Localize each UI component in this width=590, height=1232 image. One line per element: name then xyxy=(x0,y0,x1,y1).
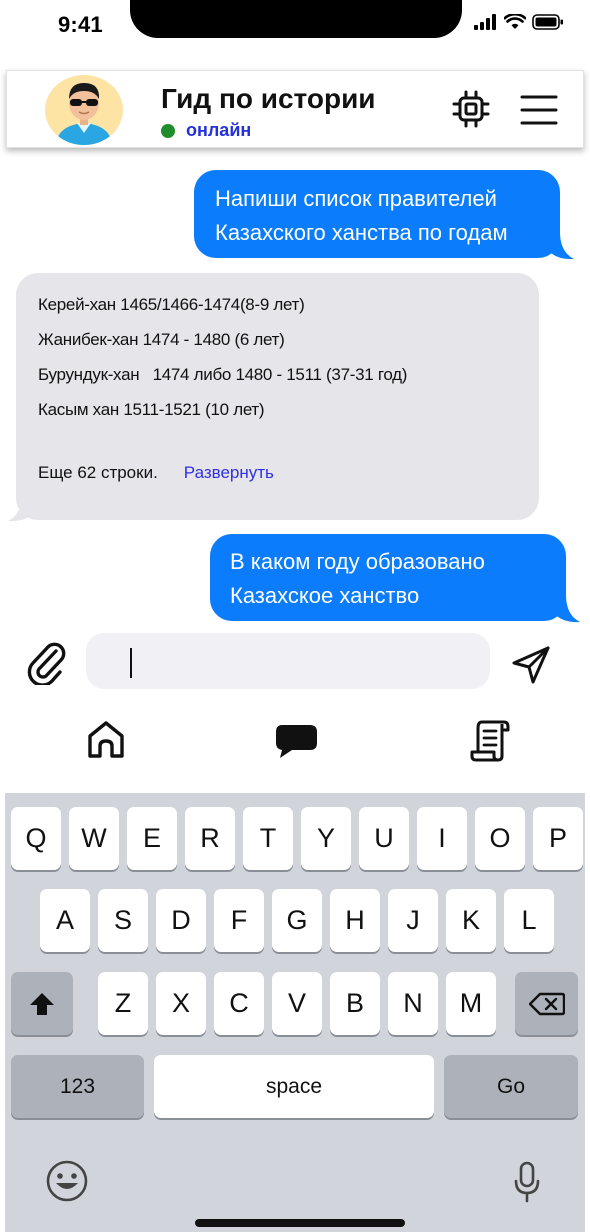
send-button[interactable] xyxy=(510,644,552,686)
microphone-icon xyxy=(514,1161,540,1203)
key-t[interactable]: T xyxy=(243,807,293,870)
key-w[interactable]: W xyxy=(69,807,119,870)
cellular-signal-icon xyxy=(474,14,496,30)
key-g[interactable]: G xyxy=(272,889,322,952)
emoji-button[interactable] xyxy=(45,1159,89,1203)
avatar[interactable] xyxy=(45,75,123,145)
message-line: Жанибек-хан 1474 - 1480 (6 лет) xyxy=(38,330,285,349)
tab-chat[interactable] xyxy=(272,716,320,764)
key-p[interactable]: P xyxy=(533,807,583,870)
status-time: 9:41 xyxy=(58,12,103,37)
more-lines-text: Еще 62 строки. xyxy=(38,463,158,482)
space-key[interactable]: space xyxy=(154,1055,434,1118)
key-f[interactable]: F xyxy=(214,889,264,952)
message-line: Керей-хан 1465/1466-1474(8-9 лет) xyxy=(38,295,305,314)
key-x[interactable]: X xyxy=(156,972,206,1035)
more-lines-row: Еще 62 строки. Развернуть xyxy=(38,455,274,490)
chip-button[interactable] xyxy=(451,89,491,129)
emoji-icon xyxy=(46,1160,88,1202)
battery-icon xyxy=(532,14,563,30)
keyboard: QWERTYUIOP ASDFGHJKL ZXCVBNM 123 space G… xyxy=(5,793,585,1232)
online-status-text: онлайн xyxy=(186,120,252,140)
status-bar: 9:41 xyxy=(0,0,590,50)
key-i[interactable]: I xyxy=(417,807,467,870)
message-line: Напиши список правителей xyxy=(215,186,497,211)
backspace-icon xyxy=(528,992,565,1015)
key-y[interactable]: Y xyxy=(301,807,351,870)
backspace-key[interactable] xyxy=(515,972,578,1035)
paperclip-icon xyxy=(27,642,66,687)
tab-history[interactable] xyxy=(468,716,516,764)
chip-icon xyxy=(452,90,490,128)
key-d[interactable]: D xyxy=(156,889,206,952)
attach-button[interactable] xyxy=(26,641,68,687)
chat-title: Гид по истории xyxy=(161,83,376,114)
message-line: Казахское ханство xyxy=(230,583,420,608)
hamburger-menu-icon xyxy=(520,95,558,125)
key-n[interactable]: N xyxy=(388,972,438,1035)
key-m[interactable]: M xyxy=(446,972,496,1035)
home-icon xyxy=(88,721,124,758)
menu-button[interactable] xyxy=(519,93,559,127)
key-b[interactable]: B xyxy=(330,972,380,1035)
chat-bubble-icon xyxy=(276,725,317,758)
online-dot xyxy=(161,123,175,138)
guide-avatar-icon xyxy=(55,83,113,145)
message-line: Бурундук-хан 1474 либо 1480 - 1511 (37-3… xyxy=(38,365,408,384)
key-z[interactable]: Z xyxy=(98,972,148,1035)
message-incoming[interactable]: Керей-хан 1465/1466-1474(8-9 лет) Жанибе… xyxy=(16,273,539,520)
wifi-icon xyxy=(504,14,526,29)
key-c[interactable]: C xyxy=(214,972,264,1035)
key-q[interactable]: Q xyxy=(11,807,61,870)
device-notch xyxy=(130,0,462,38)
home-indicator[interactable] xyxy=(195,1219,405,1227)
message-input[interactable] xyxy=(86,633,490,689)
key-k[interactable]: K xyxy=(446,889,496,952)
go-key[interactable]: Go xyxy=(444,1055,578,1118)
tab-home[interactable] xyxy=(82,716,130,764)
key-e[interactable]: E xyxy=(127,807,177,870)
key-v[interactable]: V xyxy=(272,972,322,1035)
text-cursor xyxy=(130,648,132,678)
message-outgoing[interactable]: Напиши список правителей Казахского ханс… xyxy=(194,170,560,258)
key-r[interactable]: R xyxy=(185,807,235,870)
key-j[interactable]: J xyxy=(388,889,438,952)
expand-link[interactable]: Развернуть xyxy=(184,455,274,490)
key-u[interactable]: U xyxy=(359,807,409,870)
message-line: Казахского ханства по годам xyxy=(215,220,508,245)
key-s[interactable]: S xyxy=(98,889,148,952)
key-a[interactable]: A xyxy=(40,889,90,952)
numbers-key[interactable]: 123 xyxy=(11,1055,144,1118)
dictation-button[interactable] xyxy=(512,1161,542,1203)
shift-key[interactable] xyxy=(11,972,73,1035)
send-icon xyxy=(512,646,550,684)
chat-header: Гид по истории онлайн xyxy=(6,70,584,148)
message-line: В каком году образовано xyxy=(230,549,485,574)
status-icons xyxy=(474,14,564,30)
shift-arrow-icon xyxy=(30,992,54,1015)
key-o[interactable]: O xyxy=(475,807,525,870)
presence-status: онлайн xyxy=(161,120,251,141)
message-outgoing[interactable]: В каком году образовано Казахское ханств… xyxy=(210,534,566,621)
key-h[interactable]: H xyxy=(330,889,380,952)
message-line: Касым хан 1511-1521 (10 лет) xyxy=(38,400,265,419)
key-l[interactable]: L xyxy=(504,889,554,952)
scroll-icon xyxy=(470,720,510,762)
